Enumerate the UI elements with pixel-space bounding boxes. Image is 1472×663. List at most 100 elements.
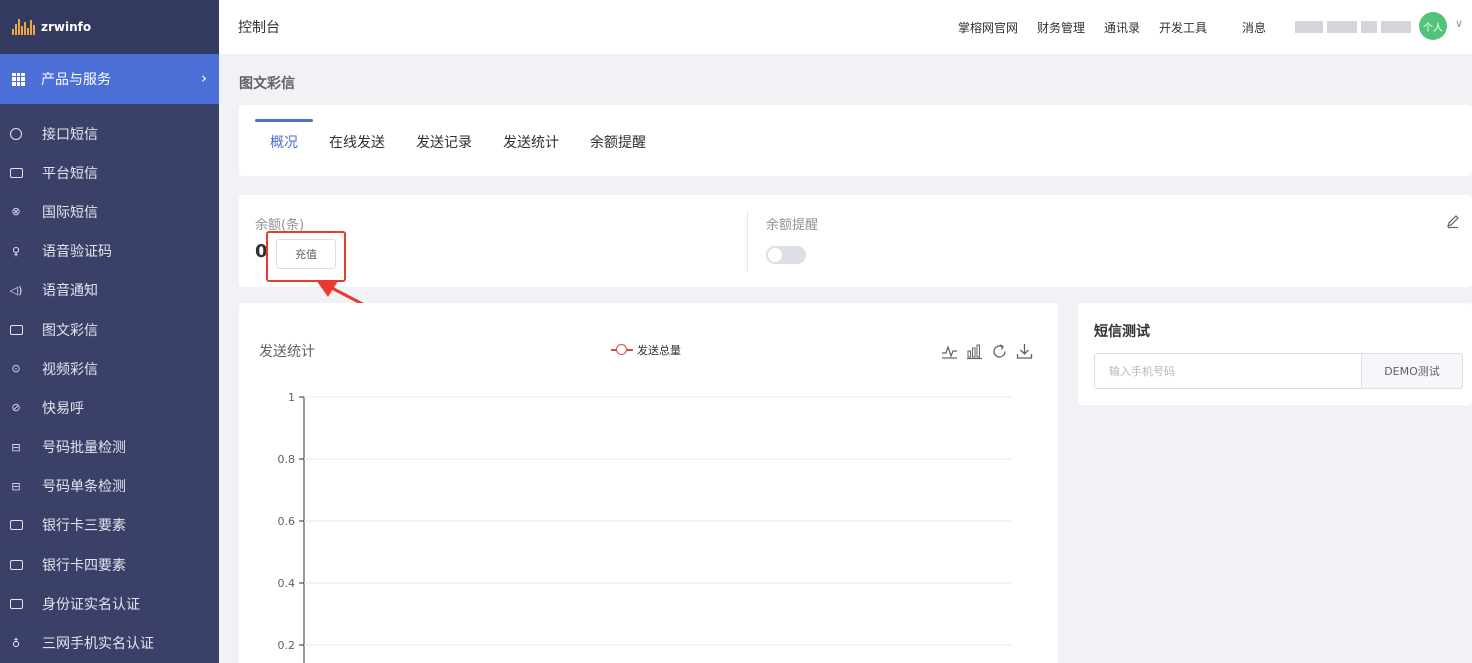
balance-alert-toggle[interactable] (766, 246, 806, 264)
sidebar-item-label: 语音通知 (42, 283, 98, 300)
sidebar-item-phone-verify[interactable]: ♁ 三网手机实名认证 (0, 623, 219, 662)
sidebar-item-label: 平台短信 (42, 165, 98, 182)
avatar[interactable]: 个人 (1419, 12, 1447, 40)
bar-chart-icon[interactable] (966, 343, 983, 360)
divider (747, 210, 748, 272)
sidebar-item-label: 银行卡三要素 (42, 518, 126, 535)
play-circle-icon: ⊙ (11, 362, 21, 376)
speaker-icon: ◁) (9, 283, 23, 297)
avatar-label: 个人 (1423, 22, 1443, 34)
sidebar-item-mms[interactable]: 图文彩信 (0, 310, 219, 349)
sidebar-item-label: 快易呼 (42, 400, 84, 417)
header-link-website[interactable]: 掌榕网官网 (958, 19, 1018, 36)
recharge-button[interactable]: 充值 (276, 239, 336, 269)
sidebar-item-voice-code[interactable]: ♀ 语音验证码 (0, 232, 219, 271)
download-icon[interactable] (1016, 343, 1033, 360)
y-tick-label: 0.2 (278, 639, 296, 652)
sidebar-item-label: 视频彩信 (42, 361, 98, 378)
redacted-account-info (1295, 21, 1411, 33)
balance-value: 0 (255, 241, 268, 262)
sidebar-item-label: 号码批量检测 (42, 440, 126, 457)
top-header: 控制台 掌榕网官网 财务管理 通讯录 开发工具 消息 个人 ∨ (219, 0, 1472, 54)
header-link-devtools[interactable]: 开发工具 (1159, 19, 1207, 36)
chat-square-icon (9, 166, 23, 180)
chart-card: 1 0.8 0.6 0.4 0.2 发送统计 发送总量 (239, 303, 1058, 663)
tab-send-records[interactable]: 发送记录 (416, 132, 472, 152)
legend-line-circle-icon (611, 344, 633, 356)
header-nav: 掌榕网官网 财务管理 通讯录 开发工具 (958, 19, 1207, 36)
compass-icon: ⊘ (11, 401, 21, 415)
header-link-finance[interactable]: 财务管理 (1037, 19, 1085, 36)
balance-alert-label: 余额提醒 (766, 218, 819, 233)
sidebar-item-label: 接口短信 (42, 126, 98, 143)
page-title: 图文彩信 (239, 76, 295, 92)
demo-test-button[interactable]: DEMO测试 (1361, 353, 1463, 389)
sms-test-card: 短信测试 DEMO测试 (1078, 303, 1472, 405)
sidebar-item-batch-check[interactable]: ⊟ 号码批量检测 (0, 428, 219, 467)
logo-icon (12, 19, 35, 35)
header-link-contacts[interactable]: 通讯录 (1104, 19, 1140, 36)
chart-title: 发送统计 (259, 344, 315, 360)
y-tick-label: 0.4 (278, 577, 296, 590)
sidebar-group-label: 产品与服务 (41, 72, 111, 88)
sidebar-item-bank-four[interactable]: 银行卡四要素 (0, 545, 219, 584)
sms-test-title: 短信测试 (1094, 324, 1150, 340)
logo-text: zrwinfo (41, 20, 92, 34)
tab-label: 发送统计 (503, 135, 559, 151)
sidebar-item-quick-call[interactable]: ⊘ 快易呼 (0, 388, 219, 427)
tab-balance-alert[interactable]: 余额提醒 (590, 132, 646, 152)
header-link-messages[interactable]: 消息 (1242, 19, 1266, 36)
sidebar-item-api-sms[interactable]: 接口短信 (0, 114, 219, 153)
user-icon: ♁ (11, 636, 21, 650)
tab-online-send[interactable]: 在线发送 (329, 132, 385, 152)
tab-overview[interactable]: 概况 (270, 132, 298, 152)
sidebar-group-products[interactable]: 产品与服务 › (0, 54, 219, 104)
header-title: 控制台 (238, 20, 280, 36)
sidebar-item-single-check[interactable]: ⊟ 号码单条检测 (0, 467, 219, 506)
sidebar-item-label: 国际短信 (42, 204, 98, 221)
legend-label: 发送总量 (637, 344, 681, 357)
tab-send-stats[interactable]: 发送统计 (503, 132, 559, 152)
sidebar-item-label: 号码单条检测 (42, 479, 126, 496)
grid-icon (12, 72, 25, 86)
chart-toolbox (941, 343, 1033, 360)
sidebar-item-label: 三网手机实名认证 (42, 636, 154, 653)
scan-icon: ⊟ (11, 440, 21, 454)
scan-icon: ⊟ (11, 479, 21, 493)
balance-card: 余额(条) 0 充值 余额提醒 (239, 195, 1472, 287)
tab-label: 在线发送 (329, 135, 385, 151)
tab-label: 概况 (270, 135, 298, 151)
tabs-card: 概况 在线发送 发送记录 发送统计 余额提醒 (239, 105, 1472, 176)
sidebar-item-voice-notice[interactable]: ◁) 语音通知 (0, 271, 219, 310)
message-circle-icon (9, 127, 23, 141)
sidebar-item-video-mms[interactable]: ⊙ 视频彩信 (0, 349, 219, 388)
active-tab-indicator (255, 119, 313, 122)
sidebar-item-label: 银行卡四要素 (42, 557, 126, 574)
tab-bar: 概况 在线发送 发送记录 发送统计 余额提醒 (270, 132, 646, 152)
y-tick-label: 0.8 (278, 453, 296, 466)
globe-icon: ⊗ (11, 205, 21, 219)
tab-label: 余额提醒 (590, 135, 646, 151)
sidebar-item-intl-sms[interactable]: ⊗ 国际短信 (0, 192, 219, 231)
sidebar-item-platform-sms[interactable]: 平台短信 (0, 153, 219, 192)
y-tick-label: 1 (288, 391, 295, 404)
edit-icon[interactable] (1445, 213, 1461, 229)
y-tick-label: 0.6 (278, 515, 296, 528)
phone-number-input[interactable] (1094, 353, 1361, 389)
sidebar-item-label: 图文彩信 (42, 322, 98, 339)
sidebar-item-bank-three[interactable]: 银行卡三要素 (0, 506, 219, 545)
card-icon (9, 558, 23, 572)
chart-legend[interactable]: 发送总量 (611, 342, 681, 358)
sidebar-item-id-verify[interactable]: 身份证实名认证 (0, 584, 219, 623)
logo[interactable]: zrwinfo (0, 0, 219, 54)
line-chart-icon[interactable] (941, 343, 958, 360)
refresh-icon[interactable] (991, 343, 1008, 360)
sidebar-item-label: 身份证实名认证 (42, 596, 140, 613)
id-card-icon (9, 597, 23, 611)
chevron-right-icon: › (201, 69, 207, 87)
microphone-icon: ♀ (11, 244, 21, 258)
chevron-down-icon[interactable]: ∨ (1455, 17, 1463, 30)
sidebar-menu: 接口短信 平台短信 ⊗ 国际短信 ♀ 语音验证码 ◁) 语音通知 图文彩信 ⊙ … (0, 104, 219, 663)
tab-label: 发送记录 (416, 135, 472, 151)
sidebar-item-label: 语音验证码 (42, 244, 112, 261)
